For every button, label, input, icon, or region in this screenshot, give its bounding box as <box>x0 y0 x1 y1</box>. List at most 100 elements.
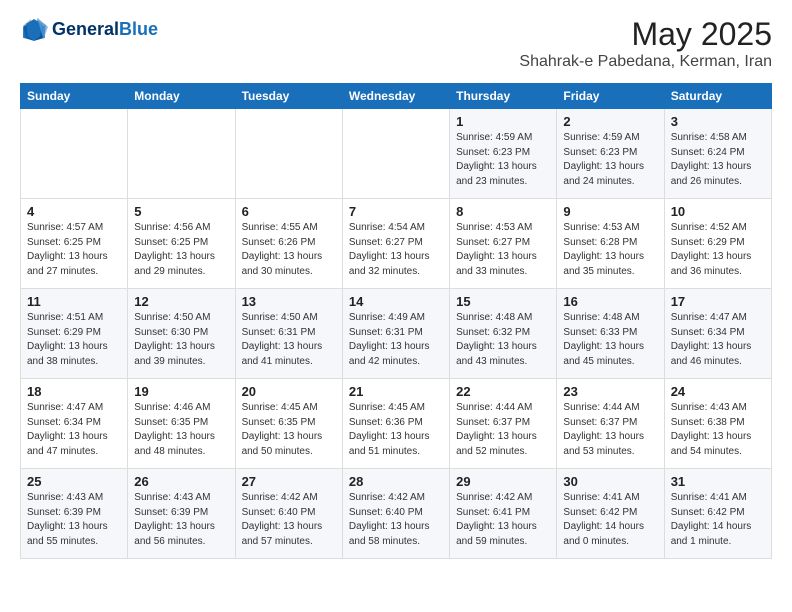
day-number: 25 <box>27 474 121 489</box>
day-number: 22 <box>456 384 550 399</box>
week-row-1: 1 Sunrise: 4:59 AM Sunset: 6:23 PM Daylig… <box>21 109 772 199</box>
calendar-cell <box>235 109 342 199</box>
calendar-cell: 7 Sunrise: 4:54 AM Sunset: 6:27 PM Daylig… <box>342 199 449 289</box>
day-number: 7 <box>349 204 443 219</box>
calendar-cell <box>21 109 128 199</box>
weekday-header-tuesday: Tuesday <box>235 84 342 109</box>
calendar-cell: 17Sunrise: 4:47 AM Sunset: 6:34 PM Dayli… <box>664 289 771 379</box>
day-number: 15 <box>456 294 550 309</box>
day-info: Sunrise: 4:49 AM Sunset: 6:31 PM Dayligh… <box>349 311 443 369</box>
day-info: Sunrise: 4:44 AM Sunset: 6:37 PM Dayligh… <box>456 401 550 459</box>
calendar-cell: 10 Sunrise: 4:52 AM Sunset: 6:29 PM Dayli… <box>664 199 771 289</box>
day-info: Sunrise: 4:41 AM Sunset: 6:42 PM Dayligh… <box>671 491 765 549</box>
day-info: Sunrise: 4:58 AM Sunset: 6:24 PM Dayligh… <box>671 131 765 189</box>
calendar-cell: 4Sunrise: 4:57 AM Sunset: 6:25 PM Daylig… <box>21 199 128 289</box>
day-number: 10 <box>671 204 765 219</box>
day-number: 27 <box>242 474 336 489</box>
calendar-cell: 11 Sunrise: 4:51 AM Sunset: 6:29 PM Dayli… <box>21 289 128 379</box>
day-number: 21 <box>349 384 443 399</box>
day-number: 29 <box>456 474 550 489</box>
day-number: 12 <box>134 294 228 309</box>
page: GeneralBlue May 2025 Shahrak-e Pabedana,… <box>0 0 792 575</box>
day-info: Sunrise: 4:56 AM Sunset: 6:25 PM Dayligh… <box>134 221 228 279</box>
day-number: 31 <box>671 474 765 489</box>
calendar-cell: 5 Sunrise: 4:56 AM Sunset: 6:25 PM Daylig… <box>128 199 235 289</box>
calendar-cell: 19 Sunrise: 4:46 AM Sunset: 6:35 PM Dayli… <box>128 379 235 469</box>
calendar-cell: 2 Sunrise: 4:59 AM Sunset: 6:23 PM Daylig… <box>557 109 664 199</box>
day-info: Sunrise: 4:48 AM Sunset: 6:32 PM Dayligh… <box>456 311 550 369</box>
calendar-cell: 18 Sunrise: 4:47 AM Sunset: 6:34 PM Dayli… <box>21 379 128 469</box>
calendar-cell: 13 Sunrise: 4:50 AM Sunset: 6:31 PM Dayli… <box>235 289 342 379</box>
calendar-cell <box>342 109 449 199</box>
day-info: Sunrise: 4:45 AM Sunset: 6:36 PM Dayligh… <box>349 401 443 459</box>
day-info: Sunrise: 4:42 AM Sunset: 6:41 PM Dayligh… <box>456 491 550 549</box>
day-number: 20 <box>242 384 336 399</box>
day-info: Sunrise: 4:50 AM Sunset: 6:31 PM Dayligh… <box>242 311 336 369</box>
day-number: 23 <box>563 384 657 399</box>
calendar-cell: 20Sunrise: 4:45 AM Sunset: 6:35 PM Dayli… <box>235 379 342 469</box>
calendar-cell: 3 Sunrise: 4:58 AM Sunset: 6:24 PM Daylig… <box>664 109 771 199</box>
day-info: Sunrise: 4:43 AM Sunset: 6:39 PM Dayligh… <box>134 491 228 549</box>
calendar-subtitle: Shahrak-e Pabedana, Kerman, Iran <box>519 53 772 71</box>
day-info: Sunrise: 4:44 AM Sunset: 6:37 PM Dayligh… <box>563 401 657 459</box>
calendar-cell: 15 Sunrise: 4:48 AM Sunset: 6:32 PM Dayli… <box>450 289 557 379</box>
day-info: Sunrise: 4:54 AM Sunset: 6:27 PM Dayligh… <box>349 221 443 279</box>
day-number: 3 <box>671 114 765 129</box>
calendar-cell: 29 Sunrise: 4:42 AM Sunset: 6:41 PM Dayli… <box>450 469 557 559</box>
day-number: 11 <box>27 294 121 309</box>
calendar-cell: 28Sunrise: 4:42 AM Sunset: 6:40 PM Dayli… <box>342 469 449 559</box>
day-info: Sunrise: 4:50 AM Sunset: 6:30 PM Dayligh… <box>134 311 228 369</box>
calendar-cell: 23 Sunrise: 4:44 AM Sunset: 6:37 PM Dayli… <box>557 379 664 469</box>
day-info: Sunrise: 4:53 AM Sunset: 6:27 PM Dayligh… <box>456 221 550 279</box>
day-info: Sunrise: 4:53 AM Sunset: 6:28 PM Dayligh… <box>563 221 657 279</box>
title-block: May 2025 Shahrak-e Pabedana, Kerman, Ira… <box>519 16 772 71</box>
weekday-header-thursday: Thursday <box>450 84 557 109</box>
day-info: Sunrise: 4:47 AM Sunset: 6:34 PM Dayligh… <box>671 311 765 369</box>
weekday-header-friday: Friday <box>557 84 664 109</box>
day-number: 24 <box>671 384 765 399</box>
weekday-header-wednesday: Wednesday <box>342 84 449 109</box>
calendar-cell: 12 Sunrise: 4:50 AM Sunset: 6:30 PM Dayli… <box>128 289 235 379</box>
day-number: 1 <box>456 114 550 129</box>
day-info: Sunrise: 4:46 AM Sunset: 6:35 PM Dayligh… <box>134 401 228 459</box>
day-number: 2 <box>563 114 657 129</box>
calendar-cell: 31 Sunrise: 4:41 AM Sunset: 6:42 PM Dayli… <box>664 469 771 559</box>
calendar-cell: 22 Sunrise: 4:44 AM Sunset: 6:37 PM Dayli… <box>450 379 557 469</box>
calendar-cell: 30 Sunrise: 4:41 AM Sunset: 6:42 PM Dayli… <box>557 469 664 559</box>
day-number: 5 <box>134 204 228 219</box>
calendar-cell: 16 Sunrise: 4:48 AM Sunset: 6:33 PM Dayli… <box>557 289 664 379</box>
calendar-cell: 8 Sunrise: 4:53 AM Sunset: 6:27 PM Daylig… <box>450 199 557 289</box>
day-number: 16 <box>563 294 657 309</box>
day-number: 9 <box>563 204 657 219</box>
day-info: Sunrise: 4:59 AM Sunset: 6:23 PM Dayligh… <box>563 131 657 189</box>
day-number: 19 <box>134 384 228 399</box>
day-number: 8 <box>456 204 550 219</box>
calendar-cell: 26Sunrise: 4:43 AM Sunset: 6:39 PM Dayli… <box>128 469 235 559</box>
day-info: Sunrise: 4:59 AM Sunset: 6:23 PM Dayligh… <box>456 131 550 189</box>
calendar-cell: 6Sunrise: 4:55 AM Sunset: 6:26 PM Daylig… <box>235 199 342 289</box>
header: GeneralBlue May 2025 Shahrak-e Pabedana,… <box>20 16 772 71</box>
weekday-header-sunday: Sunday <box>21 84 128 109</box>
logo-icon <box>20 16 48 44</box>
calendar-cell: 1 Sunrise: 4:59 AM Sunset: 6:23 PM Daylig… <box>450 109 557 199</box>
calendar-cell: 14Sunrise: 4:49 AM Sunset: 6:31 PM Dayli… <box>342 289 449 379</box>
day-info: Sunrise: 4:48 AM Sunset: 6:33 PM Dayligh… <box>563 311 657 369</box>
day-info: Sunrise: 4:47 AM Sunset: 6:34 PM Dayligh… <box>27 401 121 459</box>
day-info: Sunrise: 4:42 AM Sunset: 6:40 PM Dayligh… <box>242 491 336 549</box>
week-row-4: 18 Sunrise: 4:47 AM Sunset: 6:34 PM Dayli… <box>21 379 772 469</box>
week-row-5: 25 Sunrise: 4:43 AM Sunset: 6:39 PM Dayli… <box>21 469 772 559</box>
day-info: Sunrise: 4:41 AM Sunset: 6:42 PM Dayligh… <box>563 491 657 549</box>
day-number: 30 <box>563 474 657 489</box>
day-info: Sunrise: 4:51 AM Sunset: 6:29 PM Dayligh… <box>27 311 121 369</box>
calendar-cell: 27 Sunrise: 4:42 AM Sunset: 6:40 PM Dayli… <box>235 469 342 559</box>
calendar-cell <box>128 109 235 199</box>
calendar-cell: 25Sunrise: 4:43 AM Sunset: 6:39 PM Dayli… <box>21 469 128 559</box>
logo-name-general: GeneralBlue <box>52 20 158 40</box>
day-number: 18 <box>27 384 121 399</box>
day-info: Sunrise: 4:52 AM Sunset: 6:29 PM Dayligh… <box>671 221 765 279</box>
logo: GeneralBlue <box>20 16 158 44</box>
weekday-header-monday: Monday <box>128 84 235 109</box>
calendar-title: May 2025 <box>519 16 772 53</box>
weekday-header-row: SundayMondayTuesdayWednesdayThursdayFrid… <box>21 84 772 109</box>
day-number: 13 <box>242 294 336 309</box>
